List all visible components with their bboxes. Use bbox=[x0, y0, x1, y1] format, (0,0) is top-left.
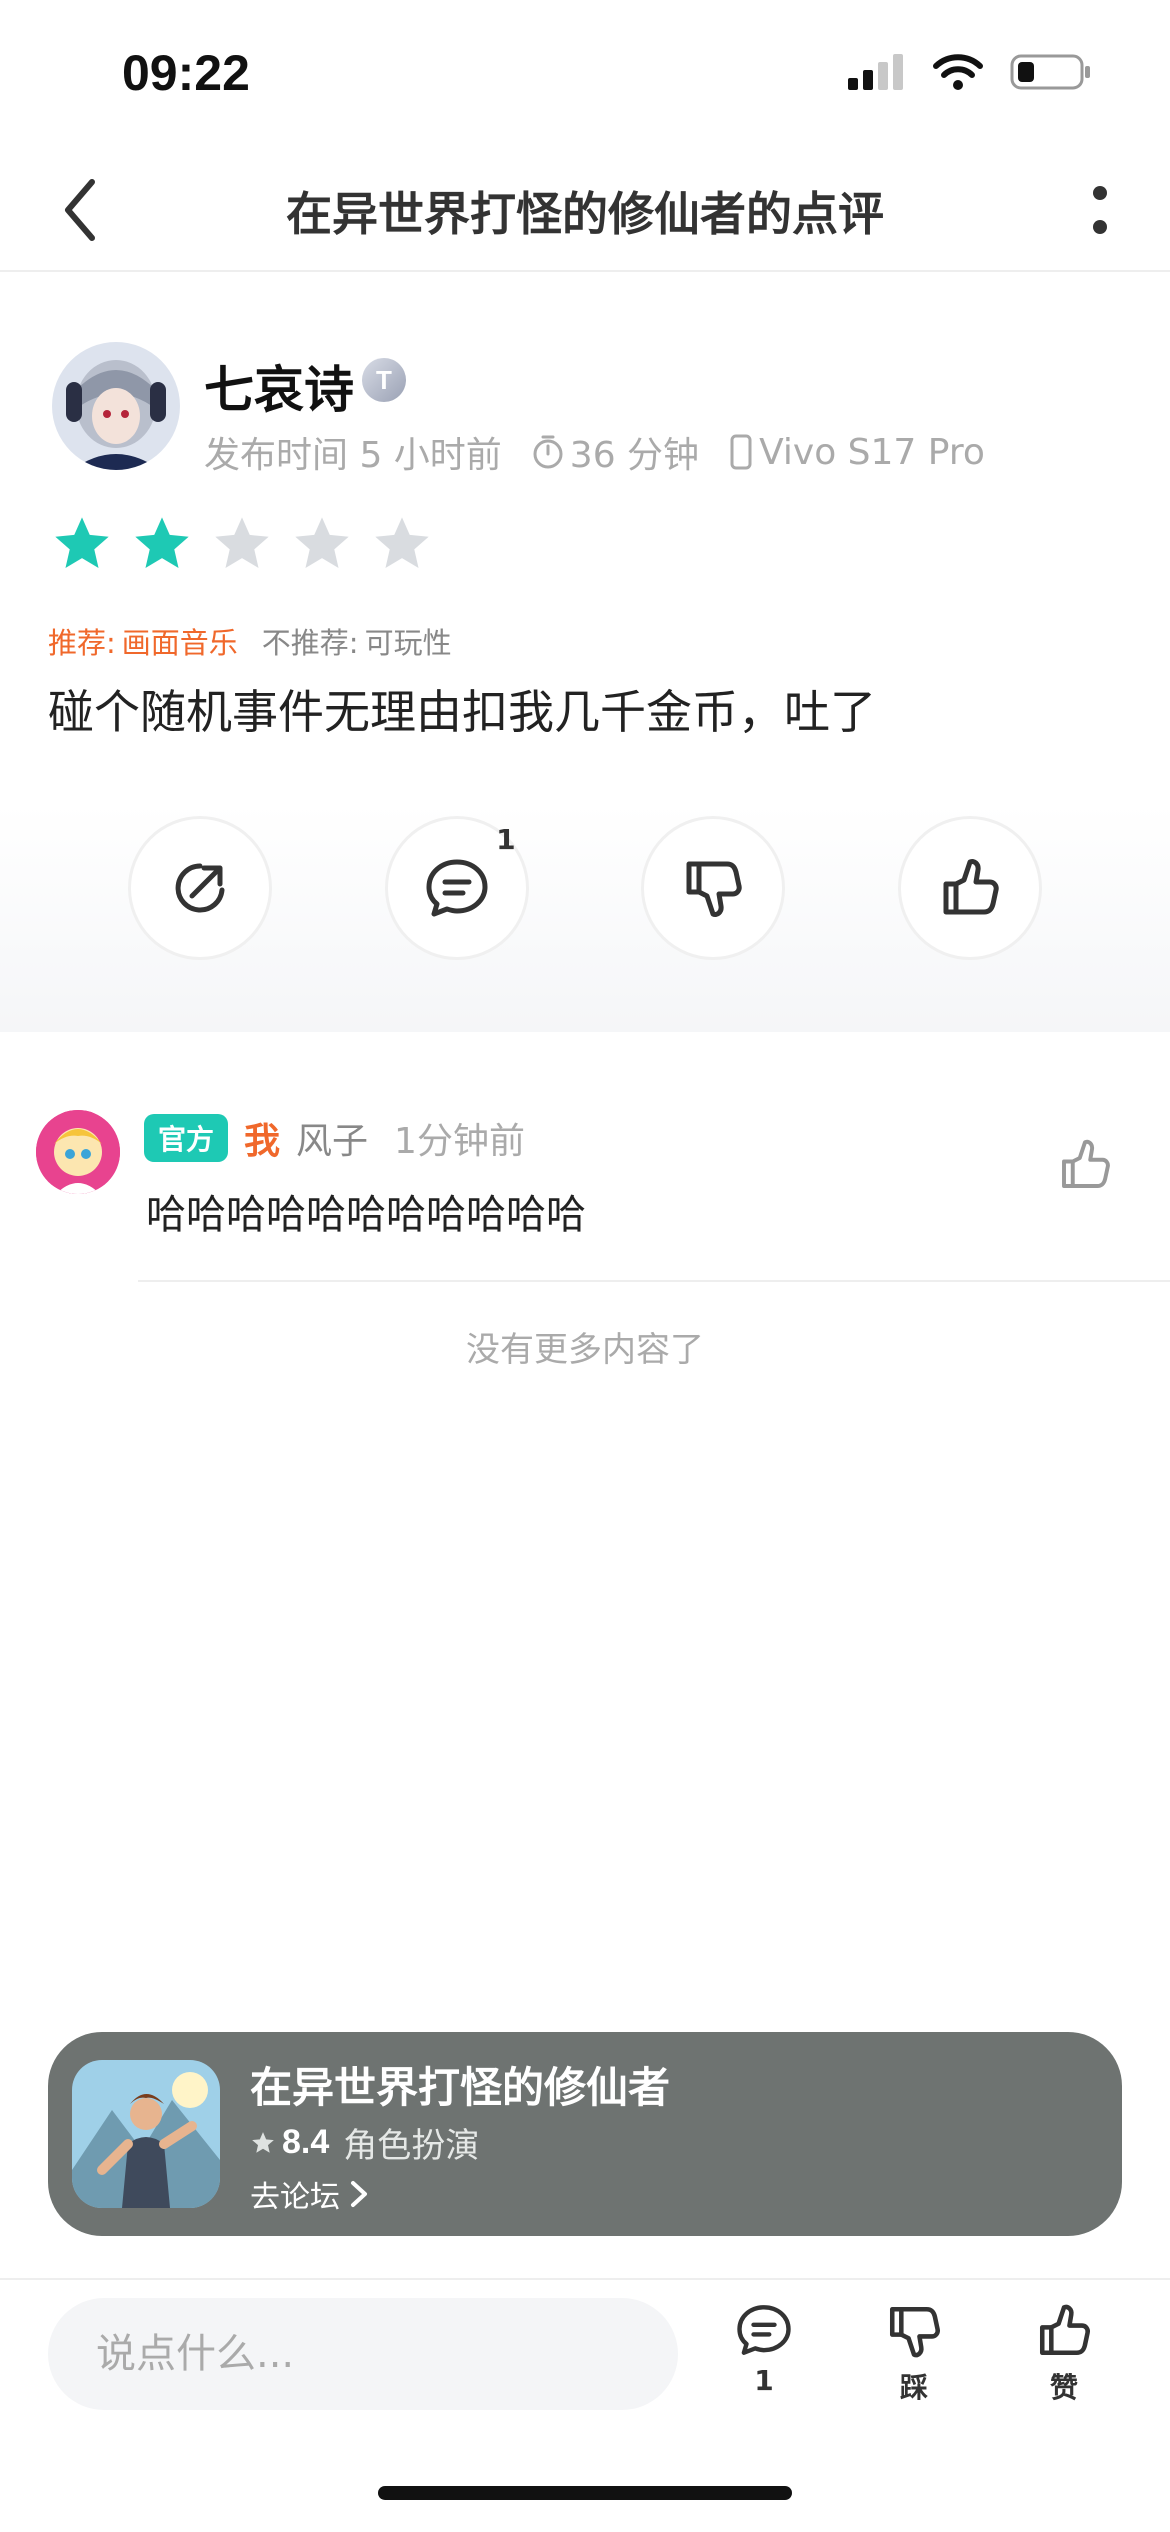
forum-link[interactable]: 去论坛 bbox=[250, 2172, 370, 2216]
game-meta: 8.4 角色扮演 bbox=[250, 2118, 479, 2167]
star-filled-icon bbox=[135, 517, 189, 568]
bottom-dislike-button[interactable]: 踩 bbox=[864, 2302, 964, 2422]
level-badge: T bbox=[362, 358, 406, 402]
device-name: Vivo S17 Pro bbox=[759, 431, 985, 473]
bottom-comment-button[interactable]: 1 bbox=[714, 2302, 814, 2422]
avatar[interactable] bbox=[52, 342, 180, 470]
comment-icon bbox=[426, 859, 488, 917]
thumbs-down-icon bbox=[889, 2306, 940, 2358]
review-actions: 1 bbox=[128, 816, 1042, 960]
nav-bar: 在异世界打怪的修仙者的点评 bbox=[0, 150, 1170, 272]
home-indicator bbox=[378, 2486, 792, 2500]
comment-icon bbox=[737, 2305, 791, 2355]
status-time: 09:22 bbox=[122, 45, 250, 101]
official-badge: 官方 bbox=[144, 1114, 229, 1162]
game-genre: 角色扮演 bbox=[343, 2126, 480, 2166]
avatar-image bbox=[52, 342, 180, 470]
star-empty-icon bbox=[215, 517, 269, 568]
recommend-label: 推荐: bbox=[48, 626, 116, 660]
thumbs-down-icon bbox=[686, 861, 742, 917]
more-options-button[interactable] bbox=[1060, 170, 1140, 250]
comment-time: 1分钟前 bbox=[394, 1121, 525, 1162]
like-label: 赞 bbox=[1049, 2371, 1078, 2404]
timer-icon bbox=[533, 435, 563, 469]
comment-input[interactable] bbox=[48, 2298, 678, 2410]
publish-time: 发布时间 5 小时前 bbox=[204, 435, 502, 476]
game-cover bbox=[72, 2060, 220, 2208]
review-card: 七哀诗 T 发布时间 5 小时前 36 分钟 Vivo S17 Pro 推荐: … bbox=[0, 272, 1170, 1032]
like-button[interactable] bbox=[897, 816, 1042, 960]
star-empty-icon bbox=[375, 517, 429, 568]
not-recommend-value: 可玩性 bbox=[364, 626, 452, 660]
game-score: 8.4 bbox=[282, 2123, 330, 2161]
comment-like-button[interactable] bbox=[1050, 1130, 1120, 1200]
dislike-label: 踩 bbox=[899, 2371, 928, 2404]
me-label: 我 bbox=[244, 1121, 281, 1162]
comment-count: 1 bbox=[496, 823, 516, 856]
no-more-content: 没有更多内容了 bbox=[466, 1330, 704, 1370]
more-dot-icon bbox=[1093, 220, 1107, 234]
dislike-button[interactable] bbox=[641, 816, 786, 960]
comment-button[interactable]: 1 bbox=[384, 816, 529, 960]
user-name[interactable]: 七哀诗 bbox=[204, 350, 354, 422]
comment-item: 官方 我 风子 1分钟前 哈哈哈哈哈哈哈哈哈哈哈 bbox=[0, 1090, 1170, 1282]
game-name: 在异世界打怪的修仙者 bbox=[250, 2063, 671, 2112]
comment-divider bbox=[138, 1280, 1170, 1282]
review-text: 碰个随机事件无理由扣我几千金币，吐了 bbox=[48, 685, 876, 739]
game-card[interactable]: 在异世界打怪的修仙者 8.4 角色扮演 去论坛 bbox=[48, 2032, 1122, 2236]
thumbs-up-icon bbox=[1039, 2304, 1090, 2356]
bottom-like-button[interactable]: 赞 bbox=[1014, 2302, 1114, 2422]
share-icon bbox=[175, 863, 225, 913]
forum-link-label: 去论坛 bbox=[250, 2180, 340, 2215]
rating-stars bbox=[50, 512, 434, 576]
bottom-comment-count: 1 bbox=[754, 2364, 774, 2397]
cellular-signal-icon bbox=[848, 54, 903, 90]
more-dot-icon bbox=[1093, 186, 1107, 200]
recommend-value: 画面音乐 bbox=[121, 626, 238, 660]
commenter-avatar[interactable] bbox=[36, 1110, 120, 1194]
commenter-name[interactable]: 风子 bbox=[296, 1112, 368, 1164]
share-button[interactable] bbox=[128, 816, 272, 960]
back-button[interactable] bbox=[40, 170, 120, 250]
play-time: 36 分钟 bbox=[569, 435, 700, 476]
phone-icon bbox=[730, 434, 752, 470]
not-recommend-label: 不推荐: bbox=[261, 626, 359, 660]
thumbs-up-icon bbox=[943, 859, 999, 915]
star-filled-icon bbox=[55, 517, 109, 568]
review-meta: 发布时间 5 小时前 36 分钟 Vivo S17 Pro bbox=[204, 426, 985, 478]
recommend-tags: 推荐: 画面音乐 不推荐: 可玩性 bbox=[48, 620, 452, 662]
comment-text: 哈哈哈哈哈哈哈哈哈哈哈 bbox=[146, 1192, 586, 1238]
thumbs-up-icon bbox=[1062, 1139, 1110, 1188]
star-empty-icon bbox=[295, 517, 349, 568]
commenter-avatar-image bbox=[36, 1110, 120, 1194]
chevron-right-icon bbox=[351, 2181, 367, 2207]
chevron-left-icon bbox=[65, 179, 95, 241]
status-bar: 09:22 bbox=[0, 0, 1170, 150]
page-title: 在异世界打怪的修仙者的点评 bbox=[286, 187, 884, 241]
battery-icon bbox=[1010, 54, 1090, 90]
wifi-icon bbox=[933, 54, 983, 90]
game-cover-image bbox=[72, 2060, 220, 2208]
status-icons bbox=[846, 52, 1092, 92]
star-icon bbox=[252, 2131, 274, 2153]
comment-header: 官方 我 风子 1分钟前 bbox=[144, 1112, 525, 1164]
